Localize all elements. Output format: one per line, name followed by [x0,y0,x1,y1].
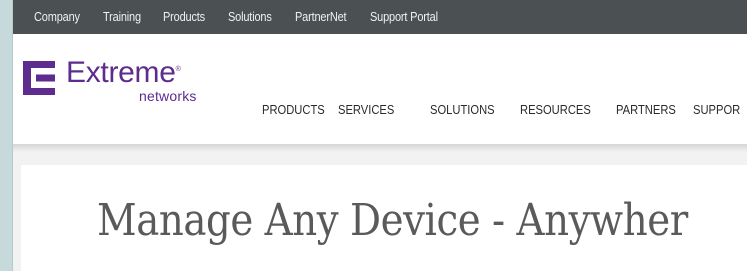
utility-link-solutions[interactable]: Solutions [228,10,272,24]
extreme-networks-logo[interactable]: Extreme® networks [23,56,223,119]
browser-viewport: Company Training Products Solutions Part… [0,0,747,271]
header-divider [13,144,747,152]
extreme-logo-mark-icon [23,61,55,95]
logo-wordmark: Extreme® [66,56,181,89]
webpage: Company Training Products Solutions Part… [13,0,747,271]
utility-link-company[interactable]: Company [34,10,80,24]
utility-link-training[interactable]: Training [103,10,141,24]
nav-item-services[interactable]: SERVICES [338,102,394,117]
nav-item-solutions[interactable]: SOLUTIONS [430,102,495,117]
utility-link-support-portal[interactable]: Support Portal [370,10,438,24]
nav-item-partners[interactable]: PARTNERS [616,102,676,117]
hero-section: Manage Any Device - Anywher [21,165,747,271]
utility-link-products[interactable]: Products [163,10,205,24]
utility-link-partnernet[interactable]: PartnerNet [295,10,347,24]
site-header: Extreme® networks PRODUCTS SERVICES SOLU… [13,34,747,144]
nav-item-support[interactable]: SUPPOR [693,102,740,117]
window-edge [0,0,13,271]
nav-item-products[interactable]: PRODUCTS [262,102,325,117]
utility-nav-bar: Company Training Products Solutions Part… [13,0,747,34]
nav-item-resources[interactable]: RESOURCES [520,102,591,117]
logo-subtext: networks [139,88,197,104]
hero-title: Manage Any Device - Anywher [97,195,688,246]
